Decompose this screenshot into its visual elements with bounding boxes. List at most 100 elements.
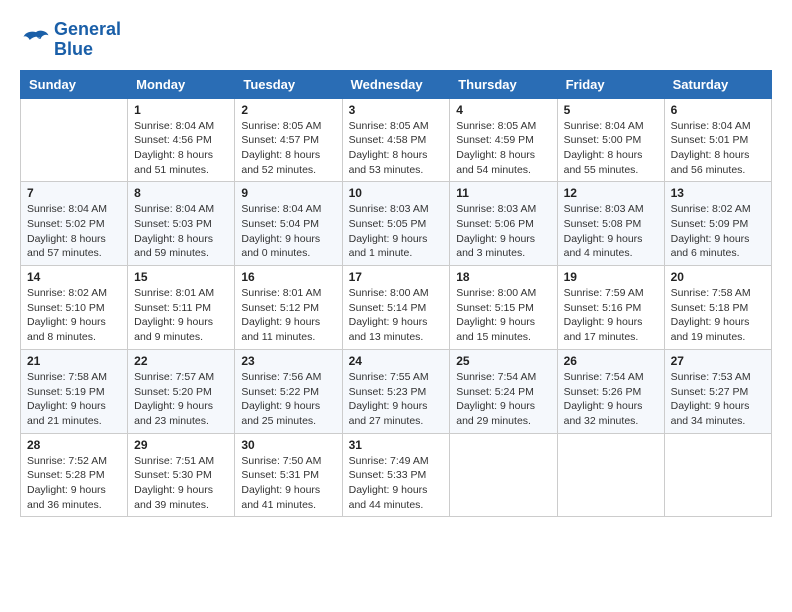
calendar-cell: 6 Sunrise: 8:04 AM Sunset: 5:01 PM Daylig… xyxy=(664,98,771,182)
calendar-cell: 26 Sunrise: 7:54 AM Sunset: 5:26 PM Dayli… xyxy=(557,349,664,433)
calendar-cell: 1 Sunrise: 8:04 AM Sunset: 4:56 PM Daylig… xyxy=(128,98,235,182)
calendar-cell: 10Sunrise: 8:03 AM Sunset: 5:05 PM Dayli… xyxy=(342,182,450,266)
day-info: Sunrise: 7:57 AM Sunset: 5:20 PM Dayligh… xyxy=(134,370,228,429)
day-number: 7 xyxy=(27,186,121,200)
day-number: 28 xyxy=(27,438,121,452)
day-info: Sunrise: 8:04 AM Sunset: 5:02 PM Dayligh… xyxy=(27,202,121,261)
calendar-cell: 21Sunrise: 7:58 AM Sunset: 5:19 PM Dayli… xyxy=(21,349,128,433)
day-info: Sunrise: 8:01 AM Sunset: 5:12 PM Dayligh… xyxy=(241,286,335,345)
calendar-cell: 2 Sunrise: 8:05 AM Sunset: 4:57 PM Daylig… xyxy=(235,98,342,182)
calendar-cell: 22 Sunrise: 7:57 AM Sunset: 5:20 PM Dayli… xyxy=(128,349,235,433)
calendar-week-row: 7 Sunrise: 8:04 AM Sunset: 5:02 PM Daylig… xyxy=(21,182,772,266)
day-number: 17 xyxy=(349,270,444,284)
day-info: Sunrise: 7:54 AM Sunset: 5:24 PM Dayligh… xyxy=(456,370,550,429)
day-number: 21 xyxy=(27,354,121,368)
weekday-header-saturday: Saturday xyxy=(664,70,771,98)
calendar-cell: 4 Sunrise: 8:05 AM Sunset: 4:59 PM Daylig… xyxy=(450,98,557,182)
day-number: 27 xyxy=(671,354,765,368)
day-info: Sunrise: 8:00 AM Sunset: 5:14 PM Dayligh… xyxy=(349,286,444,345)
day-info: Sunrise: 8:03 AM Sunset: 5:05 PM Dayligh… xyxy=(349,202,444,261)
day-number: 16 xyxy=(241,270,335,284)
calendar-cell: 29 Sunrise: 7:51 AM Sunset: 5:30 PM Dayli… xyxy=(128,433,235,517)
calendar-cell: 3Sunrise: 8:05 AM Sunset: 4:58 PM Daylig… xyxy=(342,98,450,182)
day-number: 5 xyxy=(564,103,658,117)
day-number: 2 xyxy=(241,103,335,117)
day-info: Sunrise: 8:05 AM Sunset: 4:57 PM Dayligh… xyxy=(241,119,335,178)
day-info: Sunrise: 7:53 AM Sunset: 5:27 PM Dayligh… xyxy=(671,370,765,429)
calendar-cell: 8 Sunrise: 8:04 AM Sunset: 5:03 PM Daylig… xyxy=(128,182,235,266)
day-info: Sunrise: 8:04 AM Sunset: 5:01 PM Dayligh… xyxy=(671,119,765,178)
weekday-header-friday: Friday xyxy=(557,70,664,98)
calendar-cell: 13Sunrise: 8:02 AM Sunset: 5:09 PM Dayli… xyxy=(664,182,771,266)
day-number: 6 xyxy=(671,103,765,117)
day-number: 23 xyxy=(241,354,335,368)
day-number: 14 xyxy=(27,270,121,284)
calendar-cell: 17 Sunrise: 8:00 AM Sunset: 5:14 PM Dayli… xyxy=(342,266,450,350)
calendar-cell: 27 Sunrise: 7:53 AM Sunset: 5:27 PM Dayli… xyxy=(664,349,771,433)
day-number: 24 xyxy=(349,354,444,368)
calendar-cell: 7 Sunrise: 8:04 AM Sunset: 5:02 PM Daylig… xyxy=(21,182,128,266)
weekday-header-monday: Monday xyxy=(128,70,235,98)
day-info: Sunrise: 8:03 AM Sunset: 5:08 PM Dayligh… xyxy=(564,202,658,261)
calendar-cell: 9 Sunrise: 8:04 AM Sunset: 5:04 PM Daylig… xyxy=(235,182,342,266)
day-number: 12 xyxy=(564,186,658,200)
day-info: Sunrise: 8:00 AM Sunset: 5:15 PM Dayligh… xyxy=(456,286,550,345)
calendar-cell xyxy=(664,433,771,517)
day-number: 29 xyxy=(134,438,228,452)
day-info: Sunrise: 7:50 AM Sunset: 5:31 PM Dayligh… xyxy=(241,454,335,513)
calendar-cell: 11Sunrise: 8:03 AM Sunset: 5:06 PM Dayli… xyxy=(450,182,557,266)
day-info: Sunrise: 7:51 AM Sunset: 5:30 PM Dayligh… xyxy=(134,454,228,513)
day-info: Sunrise: 7:54 AM Sunset: 5:26 PM Dayligh… xyxy=(564,370,658,429)
calendar-cell: 24 Sunrise: 7:55 AM Sunset: 5:23 PM Dayli… xyxy=(342,349,450,433)
day-number: 26 xyxy=(564,354,658,368)
calendar-cell: 19 Sunrise: 7:59 AM Sunset: 5:16 PM Dayli… xyxy=(557,266,664,350)
day-info: Sunrise: 8:04 AM Sunset: 5:03 PM Dayligh… xyxy=(134,202,228,261)
calendar-cell: 15 Sunrise: 8:01 AM Sunset: 5:11 PM Dayli… xyxy=(128,266,235,350)
day-info: Sunrise: 8:05 AM Sunset: 4:59 PM Dayligh… xyxy=(456,119,550,178)
calendar-week-row: 21Sunrise: 7:58 AM Sunset: 5:19 PM Dayli… xyxy=(21,349,772,433)
day-number: 19 xyxy=(564,270,658,284)
logo-text: General Blue xyxy=(54,20,121,60)
calendar-week-row: 1 Sunrise: 8:04 AM Sunset: 4:56 PM Daylig… xyxy=(21,98,772,182)
day-number: 22 xyxy=(134,354,228,368)
calendar-table: SundayMondayTuesdayWednesdayThursdayFrid… xyxy=(20,70,772,518)
logo-bird-icon xyxy=(22,29,50,51)
day-info: Sunrise: 8:05 AM Sunset: 4:58 PM Dayligh… xyxy=(349,119,444,178)
calendar-cell: 20 Sunrise: 7:58 AM Sunset: 5:18 PM Dayli… xyxy=(664,266,771,350)
day-info: Sunrise: 7:49 AM Sunset: 5:33 PM Dayligh… xyxy=(349,454,444,513)
day-info: Sunrise: 8:01 AM Sunset: 5:11 PM Dayligh… xyxy=(134,286,228,345)
calendar-cell: 30 Sunrise: 7:50 AM Sunset: 5:31 PM Dayli… xyxy=(235,433,342,517)
day-number: 11 xyxy=(456,186,550,200)
day-info: Sunrise: 7:59 AM Sunset: 5:16 PM Dayligh… xyxy=(564,286,658,345)
calendar-cell: 23Sunrise: 7:56 AM Sunset: 5:22 PM Dayli… xyxy=(235,349,342,433)
day-info: Sunrise: 8:04 AM Sunset: 5:00 PM Dayligh… xyxy=(564,119,658,178)
day-info: Sunrise: 8:04 AM Sunset: 5:04 PM Dayligh… xyxy=(241,202,335,261)
day-number: 15 xyxy=(134,270,228,284)
calendar-cell: 14Sunrise: 8:02 AM Sunset: 5:10 PM Dayli… xyxy=(21,266,128,350)
calendar-week-row: 14Sunrise: 8:02 AM Sunset: 5:10 PM Dayli… xyxy=(21,266,772,350)
calendar-cell: 12 Sunrise: 8:03 AM Sunset: 5:08 PM Dayli… xyxy=(557,182,664,266)
calendar-week-row: 28Sunrise: 7:52 AM Sunset: 5:28 PM Dayli… xyxy=(21,433,772,517)
calendar-cell xyxy=(450,433,557,517)
weekday-header-tuesday: Tuesday xyxy=(235,70,342,98)
day-number: 9 xyxy=(241,186,335,200)
day-number: 8 xyxy=(134,186,228,200)
day-info: Sunrise: 7:58 AM Sunset: 5:18 PM Dayligh… xyxy=(671,286,765,345)
day-info: Sunrise: 7:55 AM Sunset: 5:23 PM Dayligh… xyxy=(349,370,444,429)
weekday-header-thursday: Thursday xyxy=(450,70,557,98)
calendar-cell: 31 Sunrise: 7:49 AM Sunset: 5:33 PM Dayli… xyxy=(342,433,450,517)
calendar-cell: 16 Sunrise: 8:01 AM Sunset: 5:12 PM Dayli… xyxy=(235,266,342,350)
calendar-cell: 18Sunrise: 8:00 AM Sunset: 5:15 PM Dayli… xyxy=(450,266,557,350)
weekday-header-sunday: Sunday xyxy=(21,70,128,98)
day-number: 1 xyxy=(134,103,228,117)
calendar-cell xyxy=(557,433,664,517)
day-info: Sunrise: 8:04 AM Sunset: 4:56 PM Dayligh… xyxy=(134,119,228,178)
calendar-cell xyxy=(21,98,128,182)
logo: General Blue xyxy=(20,20,121,60)
day-number: 30 xyxy=(241,438,335,452)
weekday-header-wednesday: Wednesday xyxy=(342,70,450,98)
day-number: 20 xyxy=(671,270,765,284)
day-number: 31 xyxy=(349,438,444,452)
day-number: 4 xyxy=(456,103,550,117)
calendar-cell: 25Sunrise: 7:54 AM Sunset: 5:24 PM Dayli… xyxy=(450,349,557,433)
